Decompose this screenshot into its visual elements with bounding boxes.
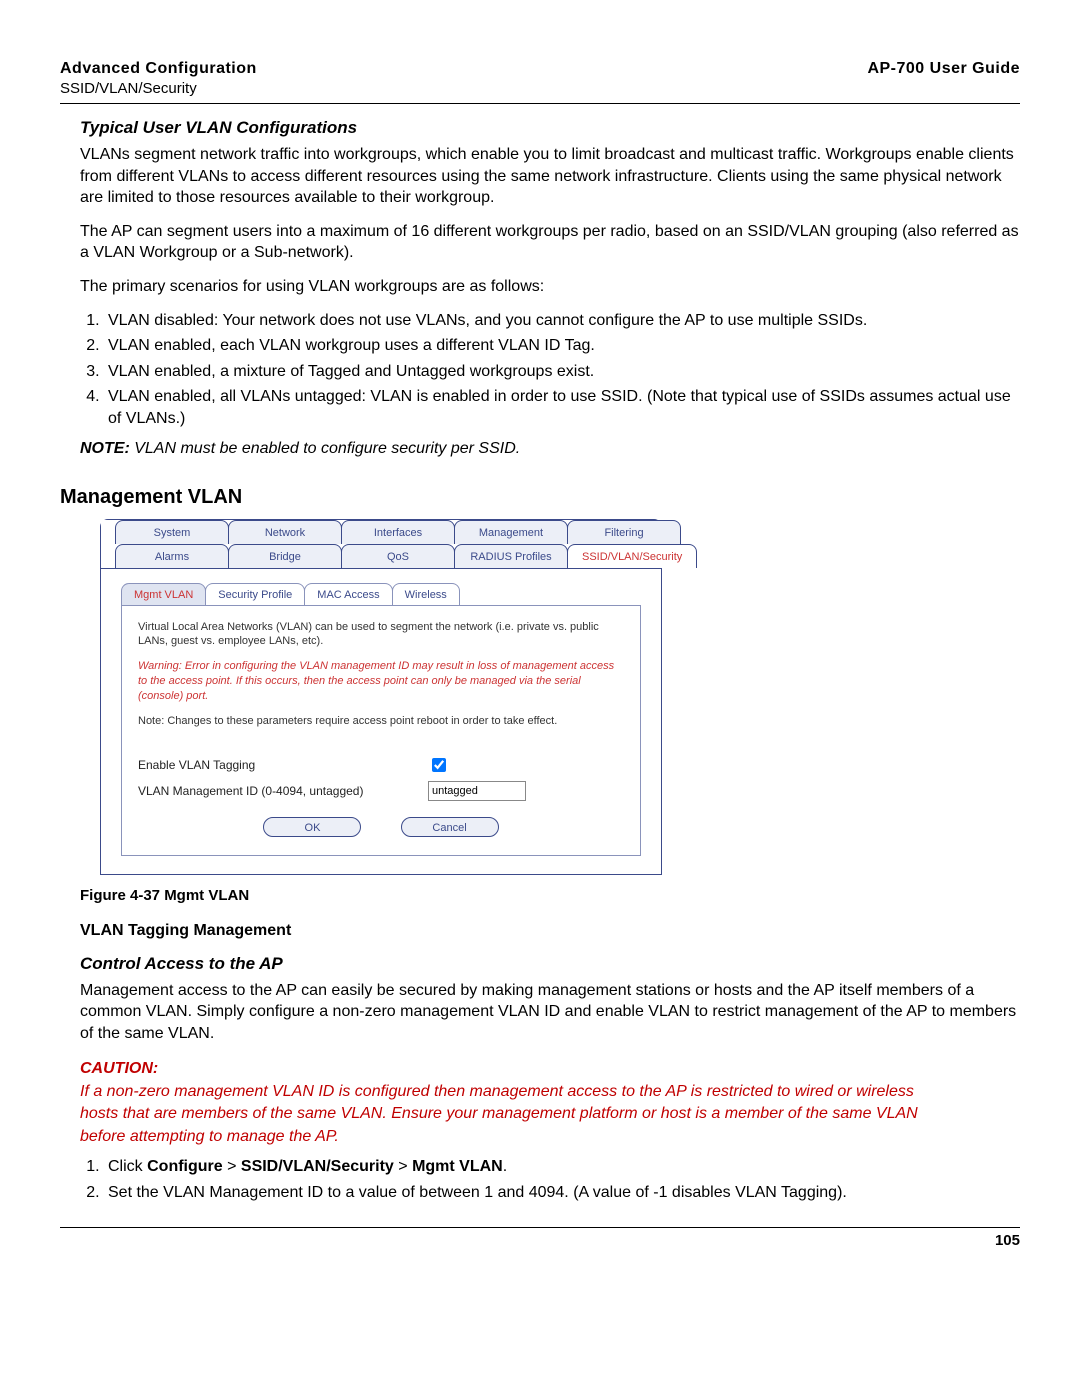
typical-list: VLAN disabled: Your network does not use… xyxy=(104,310,1020,430)
tab-network[interactable]: Network xyxy=(228,520,342,544)
vlan-tagging-heading: VLAN Tagging Management xyxy=(80,922,1020,940)
note-label: NOTE: xyxy=(80,440,130,457)
checkbox-enable-vlan-tagging[interactable] xyxy=(432,758,446,772)
note-text: VLAN must be enabled to configure securi… xyxy=(134,440,520,457)
figure-caption: Figure 4-37 Mgmt VLAN xyxy=(80,887,1020,904)
footer-rule xyxy=(60,1227,1020,1228)
step1-post: . xyxy=(503,1158,507,1175)
typical-p1: VLANs segment network traffic into workg… xyxy=(80,144,1020,209)
mgmt-vlan-screenshot: System Network Interfaces Management Fil… xyxy=(100,519,1020,875)
page-number: 105 xyxy=(60,1232,1020,1249)
subtab-wireless[interactable]: Wireless xyxy=(392,583,460,605)
subtab-security-profile[interactable]: Security Profile xyxy=(205,583,305,605)
tab-management[interactable]: Management xyxy=(454,520,568,544)
typical-p2: The AP can segment users into a maximum … xyxy=(80,221,1020,264)
step1-pre: Click xyxy=(108,1158,147,1175)
caution-text: If a non-zero management VLAN ID is conf… xyxy=(80,1081,930,1148)
panel-button-row: OK Cancel xyxy=(138,817,624,837)
panel-body: Virtual Local Area Networks (VLAN) can b… xyxy=(121,605,641,856)
cancel-button[interactable]: Cancel xyxy=(401,817,499,837)
mgmt-vlan-heading: Management VLAN xyxy=(60,486,1020,509)
running-header: Advanced Configuration AP-700 User Guide xyxy=(60,60,1020,78)
caution-block: CAUTION: If a non-zero management VLAN I… xyxy=(80,1058,1020,1148)
step1-b3: Mgmt VLAN xyxy=(412,1158,503,1175)
typical-item-4: VLAN enabled, all VLANs untagged: VLAN i… xyxy=(104,386,1020,429)
header-rule xyxy=(60,103,1020,104)
typical-heading: Typical User VLAN Configurations xyxy=(80,118,1020,138)
step1-gt2: > xyxy=(394,1158,412,1175)
step-1: Click Configure > SSID/VLAN/Security > M… xyxy=(104,1156,1020,1178)
step1-gt1: > xyxy=(223,1158,241,1175)
step1-b1: Configure xyxy=(147,1158,223,1175)
typical-note: NOTE: VLAN must be enabled to configure … xyxy=(80,440,1020,458)
top-tab-row-2: Alarms Bridge QoS RADIUS Profiles SSID/V… xyxy=(101,544,661,568)
tab-alarms[interactable]: Alarms xyxy=(115,544,229,568)
typical-item-2: VLAN enabled, each VLAN workgroup uses a… xyxy=(104,335,1020,357)
typical-item-3: VLAN enabled, a mixture of Tagged and Un… xyxy=(104,361,1020,383)
steps-list: Click Configure > SSID/VLAN/Security > M… xyxy=(104,1156,1020,1203)
label-enable-vlan-tagging: Enable VLAN Tagging xyxy=(138,758,428,772)
control-access-paragraph: Management access to the AP can easily b… xyxy=(80,980,1020,1045)
section-title: Advanced Configuration xyxy=(60,60,257,77)
tab-system[interactable]: System xyxy=(115,520,229,544)
guide-title: AP-700 User Guide xyxy=(867,60,1020,78)
row-vlan-management-id: VLAN Management ID (0-4094, untagged) xyxy=(138,781,624,801)
sub-tab-row: Mgmt VLAN Security Profile MAC Access Wi… xyxy=(101,568,661,605)
panel-note: Note: Changes to these parameters requir… xyxy=(138,714,624,729)
tab-ssid-vlan-security[interactable]: SSID/VLAN/Security xyxy=(567,544,697,568)
subtab-mgmt-vlan[interactable]: Mgmt VLAN xyxy=(121,583,206,605)
tab-qos[interactable]: QoS xyxy=(341,544,455,568)
tab-bridge[interactable]: Bridge xyxy=(228,544,342,568)
tab-radius[interactable]: RADIUS Profiles xyxy=(454,544,568,568)
panel-intro: Virtual Local Area Networks (VLAN) can b… xyxy=(138,620,624,650)
tab-filtering[interactable]: Filtering xyxy=(567,520,681,544)
typical-item-1: VLAN disabled: Your network does not use… xyxy=(104,310,1020,332)
ok-button[interactable]: OK xyxy=(263,817,361,837)
caution-label: CAUTION: xyxy=(80,1058,170,1080)
subsection-title: SSID/VLAN/Security xyxy=(60,80,1020,97)
label-vlan-management-id: VLAN Management ID (0-4094, untagged) xyxy=(138,784,428,798)
input-vlan-management-id[interactable] xyxy=(428,781,526,801)
panel-warning: Warning: Error in configuring the VLAN m… xyxy=(138,659,624,704)
control-access-heading: Control Access to the AP xyxy=(80,954,1020,974)
top-tab-row-1: System Network Interfaces Management Fil… xyxy=(101,520,661,544)
typical-p3: The primary scenarios for using VLAN wor… xyxy=(80,276,1020,298)
row-enable-vlan-tagging: Enable VLAN Tagging xyxy=(138,755,624,775)
step1-b2: SSID/VLAN/Security xyxy=(241,1158,394,1175)
tab-interfaces[interactable]: Interfaces xyxy=(341,520,455,544)
subtab-mac-access[interactable]: MAC Access xyxy=(304,583,392,605)
step-2: Set the VLAN Management ID to a value of… xyxy=(104,1182,1020,1204)
